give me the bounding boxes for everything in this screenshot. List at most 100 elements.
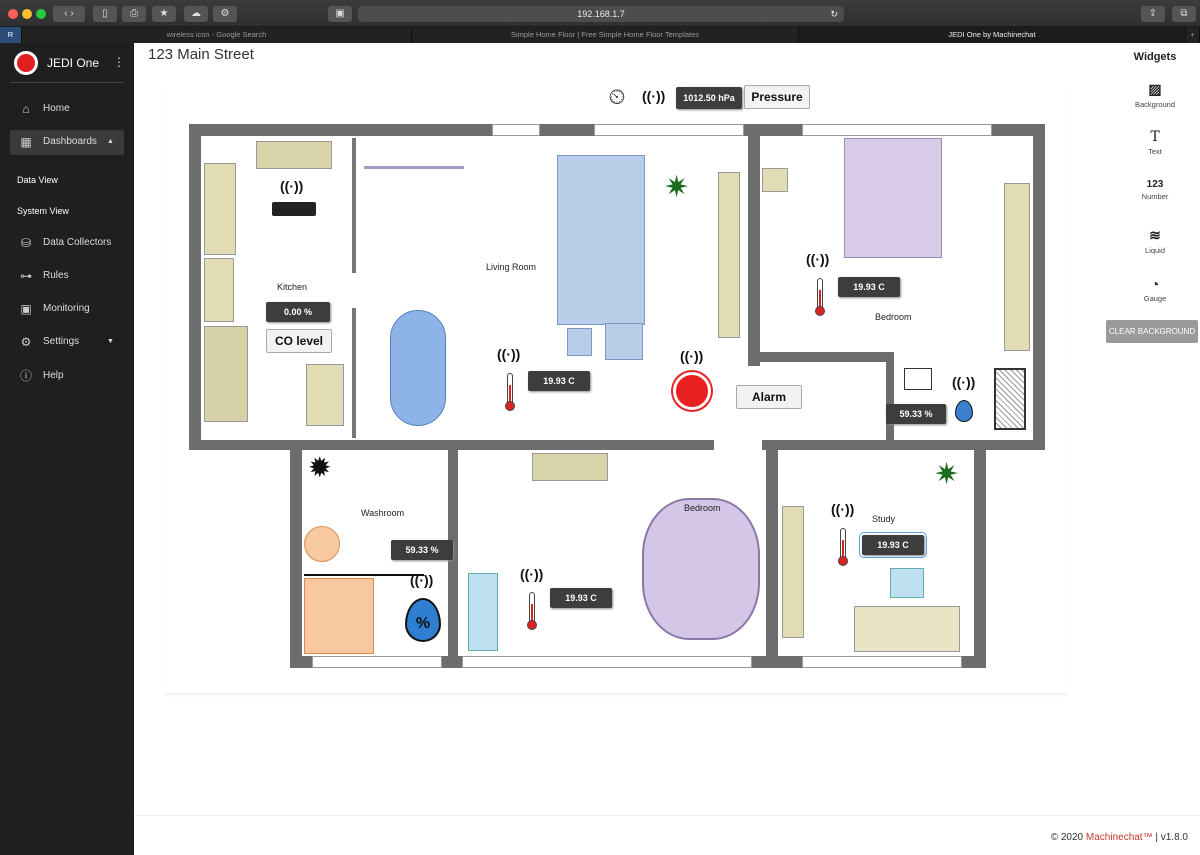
sidebar-item-monitoring[interactable]: ▣ Monitoring [10,297,124,321]
url-text: 192.168.1.7 [577,9,625,19]
pressure-value[interactable]: 1012.50 hPa [676,87,742,109]
share-icon[interactable]: ⇪ [1141,6,1165,22]
toilet [304,526,340,562]
kitchen-cabinet [256,141,332,169]
label: Number [1141,192,1169,201]
dashboard-icon: ▦ [20,135,32,149]
bookshelf [782,506,804,638]
bedroom1-temp-value[interactable]: 19.93 C [838,277,900,297]
window [312,656,442,668]
wireless-icon: ((·)) [642,88,666,104]
wall [982,440,1045,450]
sidebar-item-home[interactable]: ⌂ Home [10,97,124,121]
number-icon: 123 [1146,179,1164,190]
wall [760,352,886,362]
wall [766,446,778,668]
tv-stand [718,172,740,338]
sidebar-item-dashboards[interactable]: ▦ Dashboards ▲ [10,130,124,155]
tab-jedi[interactable]: JEDI One by Machinechat [799,27,1186,43]
widgets-title: Widgets [1133,51,1177,63]
wall [748,136,760,366]
side-table [567,328,592,356]
rules-icon: ⊶ [20,269,32,283]
reload-icon[interactable]: ↻ [830,6,838,22]
co-label[interactable]: CO level [266,329,332,353]
barometer-icon: ⏲ [608,84,626,109]
bath-sink [904,368,932,390]
settings-icon[interactable]: ⚙ [213,6,237,22]
label: Background [1134,100,1176,109]
pressure-label[interactable]: Pressure [744,85,810,109]
sidebar-item-data-collectors[interactable]: ⛁ Data Collectors [10,231,124,255]
label: Home [43,103,70,114]
tab-google[interactable]: wireless icon - Google Search [22,27,412,43]
favicon-r: R [0,27,22,43]
cloud-icon[interactable]: ☁ [184,6,208,22]
bookmark-icon[interactable]: ★ [152,6,176,22]
footer-divider [134,815,1200,816]
back-forward-button[interactable]: ‹ › [53,6,85,22]
print-icon[interactable]: ⎙ [122,6,146,22]
plant-icon: ✹ [308,452,332,483]
sofa [557,155,645,325]
room-label-bedroom1: Bedroom [875,312,912,322]
study-temp-value[interactable]: 19.93 C [859,532,927,558]
more-menu-icon[interactable]: ⋮ [113,55,125,69]
chevron-down-icon: ▼ [107,338,114,345]
wall [290,446,302,668]
widget-gauge[interactable]: ◔ Gauge [1100,276,1200,303]
zoom-window-button[interactable] [36,9,46,19]
widget-number[interactable]: 123 Number [1100,179,1200,201]
widget-liquid[interactable]: ≋ Liquid [1100,227,1200,255]
sidebar-item-settings[interactable]: ⚙ Settings ▼ [10,330,124,354]
room-label-bedroom2: Bedroom [684,503,721,513]
minimize-window-button[interactable] [22,9,32,19]
thermometer-icon [815,278,825,318]
co-value[interactable]: 0.00 % [266,302,330,322]
divider [10,82,124,83]
url-bar[interactable]: 192.168.1.7 ↻ [358,6,844,22]
wireless-icon: ((·)) [520,566,544,582]
gear-icon: ⚙ [20,335,32,349]
sidebar-item-rules[interactable]: ⊶ Rules [10,264,124,288]
label: Data Collectors [43,237,112,248]
reader-icon[interactable]: ▣ [328,6,352,22]
living-temp-value[interactable]: 19.93 C [528,371,590,391]
bath-humidity-value[interactable]: 59.33 % [886,404,946,424]
alarm-siren-icon [673,372,711,410]
bedroom2-temp-value[interactable]: 19.93 C [550,588,612,608]
label: Text [1148,147,1162,156]
footer: © 2020 Machinechat™ | v1.8.0 [1051,832,1188,843]
door-opening [492,124,540,136]
tab-floor[interactable]: Simple Home Floor | Free Simple Home Flo… [412,27,799,43]
machinechat-link[interactable]: Machinechat™ [1086,832,1153,843]
floor-plan: ✷ ✹ ✷ Kitchen Living Room Bedroom Washro… [162,78,1070,693]
shower [994,368,1026,430]
tab-bar: R wireless icon - Google Search Simple H… [0,27,1200,43]
bathtub [304,578,374,654]
sidebar-item-help[interactable]: ⓘ Help [10,364,124,388]
wall [762,440,982,450]
copyright: © 2020 [1050,832,1086,843]
wireless-icon: ((·)) [831,501,855,517]
clear-background-button[interactable]: CLEAR BACKGROUND [1106,320,1198,343]
new-tab-button[interactable]: + [1186,27,1200,43]
thermometer-icon [505,373,515,413]
widget-background[interactable]: ▨ Background [1100,81,1200,109]
plant-icon: ✷ [664,171,690,204]
wireless-icon: ((·)) [680,348,704,364]
tabs-icon[interactable]: ⧉ [1172,6,1196,22]
room-label-living: Living Room [486,262,537,272]
wall [189,124,201,446]
widget-text[interactable]: T Text [1100,129,1200,156]
alarm-label[interactable]: Alarm [736,385,802,409]
sidebar-item-data-view[interactable]: Data View [17,175,58,185]
window [462,656,752,668]
room-label-study: Study [872,514,896,524]
washroom-humidity-value[interactable]: 59.33 % [391,540,453,560]
sidebar-item-system-view[interactable]: System View [17,206,69,216]
close-window-button[interactable] [8,9,18,19]
sidebar-toggle-icon[interactable]: ▯ [93,6,117,22]
room-label-kitchen: Kitchen [277,282,308,292]
ottoman [605,323,643,360]
